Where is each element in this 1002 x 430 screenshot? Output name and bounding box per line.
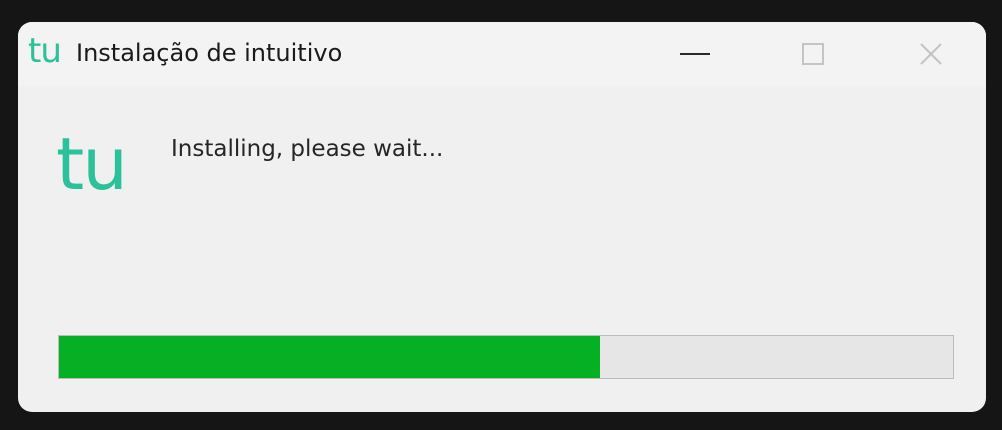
app-logo-large-icon: tu	[56, 122, 128, 206]
minimize-button[interactable]	[640, 22, 750, 86]
title-bar[interactable]: tu Instalação de intuitivo	[18, 22, 986, 86]
maximize-button[interactable]	[758, 22, 868, 86]
desktop-background: tu Instalação de intuitivo tu Installing…	[0, 0, 1002, 430]
progress-bar-fill	[59, 336, 600, 378]
installer-body: tu Installing, please wait...	[18, 86, 986, 412]
close-button[interactable]	[876, 22, 986, 86]
window-title: Instalação de intuitivo	[76, 39, 343, 67]
maximize-icon	[802, 43, 824, 65]
status-message: Installing, please wait...	[171, 136, 444, 162]
installer-window: tu Instalação de intuitivo tu Installing…	[18, 22, 986, 412]
progress-bar	[58, 335, 954, 379]
minimize-icon	[680, 53, 710, 55]
close-icon	[920, 43, 942, 65]
app-logo-icon: tu	[28, 31, 62, 71]
